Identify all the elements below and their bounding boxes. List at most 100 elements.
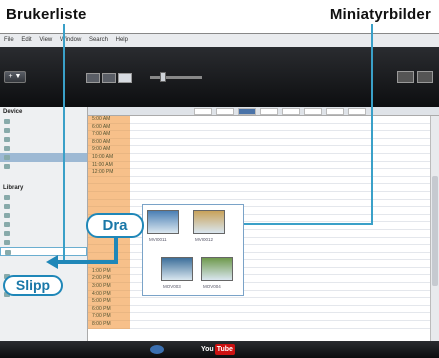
time-slot: 4:00 PM bbox=[88, 290, 130, 299]
thumbnails-pointer-line bbox=[371, 24, 373, 224]
bottom-button[interactable] bbox=[340, 345, 380, 354]
sidebar-item[interactable] bbox=[0, 135, 87, 144]
youtube-button[interactable]: You Tube bbox=[201, 344, 241, 355]
time-slot bbox=[88, 176, 130, 185]
add-button[interactable]: + ▼ bbox=[4, 71, 26, 83]
menu-search[interactable]: Search bbox=[89, 37, 108, 43]
calendar-tab-active[interactable] bbox=[238, 108, 256, 115]
sidebar-item[interactable] bbox=[0, 211, 87, 220]
youtube-tube-text: Tube bbox=[214, 344, 235, 355]
calendar-tab[interactable] bbox=[282, 108, 300, 115]
sidebar-item[interactable] bbox=[0, 220, 87, 229]
thumbnail-caption: MOV003 bbox=[163, 284, 181, 289]
sidebar-item-selected[interactable] bbox=[0, 153, 87, 162]
timeline-row[interactable] bbox=[130, 169, 430, 177]
calendar-tab[interactable] bbox=[194, 108, 212, 115]
vertical-scrollbar[interactable] bbox=[430, 116, 439, 358]
time-slot: 6:00 AM bbox=[88, 123, 130, 132]
list-view-icon[interactable] bbox=[86, 73, 100, 83]
timeline-row[interactable] bbox=[130, 321, 430, 329]
calendar-tab[interactable] bbox=[304, 108, 322, 115]
time-slot: 5:00 AM bbox=[88, 116, 130, 124]
timeline-row[interactable] bbox=[130, 124, 430, 132]
timeline-row[interactable] bbox=[130, 177, 430, 185]
drag-label: Dra bbox=[86, 213, 144, 238]
thumbnail-caption: MVI0011 bbox=[149, 237, 167, 242]
time-slot bbox=[88, 199, 130, 208]
timeline-row[interactable] bbox=[130, 313, 430, 322]
bottom-button[interactable] bbox=[96, 345, 136, 354]
thumbnail-item[interactable] bbox=[147, 210, 179, 234]
time-slot: 12:00 PM bbox=[88, 169, 130, 177]
menu-bar: File Edit View Window Search Help bbox=[0, 34, 439, 47]
menu-view[interactable]: View bbox=[39, 37, 52, 43]
thumbnail-item[interactable] bbox=[161, 257, 193, 281]
sidebar-item[interactable] bbox=[0, 162, 87, 171]
toolbar-right-controls bbox=[397, 71, 433, 83]
globe-icon[interactable] bbox=[150, 345, 164, 354]
grid-view-icon[interactable] bbox=[102, 73, 116, 83]
calendar-tab[interactable] bbox=[216, 108, 234, 115]
timeline-row[interactable] bbox=[130, 162, 430, 170]
thumbnails-pointer-line bbox=[244, 223, 373, 225]
calendar-tab[interactable] bbox=[326, 108, 344, 115]
menu-file[interactable]: File bbox=[4, 37, 14, 43]
menu-help[interactable]: Help bbox=[116, 37, 128, 43]
time-slot: 9:00 AM bbox=[88, 146, 130, 154]
timeline-row[interactable] bbox=[130, 139, 430, 147]
upload-icon[interactable] bbox=[397, 71, 414, 83]
thumbnail-caption: MOV004 bbox=[203, 284, 221, 289]
time-slot: 6:00 PM bbox=[88, 305, 130, 314]
app-screenshot: File Edit View Window Search Help + ▼ De… bbox=[0, 33, 439, 358]
drop-target-user-list[interactable] bbox=[0, 247, 87, 256]
zoom-slider-knob[interactable] bbox=[160, 72, 166, 82]
thumbnail-panel: MVI0011 MVI0012 MOV003 MOV004 bbox=[142, 204, 244, 296]
sidebar-item[interactable] bbox=[0, 126, 87, 135]
drop-label: Slipp bbox=[3, 275, 63, 296]
calendar-tab[interactable] bbox=[348, 108, 366, 115]
library-header: Library bbox=[3, 185, 24, 191]
calendar-view-icon[interactable] bbox=[118, 73, 132, 83]
devices-header: Device bbox=[3, 109, 23, 115]
settings-icon[interactable] bbox=[416, 71, 433, 83]
time-slot bbox=[88, 184, 130, 192]
thumbnail-caption: MVI0012 bbox=[195, 237, 214, 242]
timeline-row[interactable] bbox=[130, 154, 430, 162]
timeline-row[interactable] bbox=[130, 298, 430, 306]
time-slot: 10:00 AM bbox=[88, 153, 130, 162]
toolbar: + ▼ bbox=[0, 47, 439, 107]
calendar-tab[interactable] bbox=[260, 108, 278, 115]
user-list-pointer-line bbox=[63, 24, 65, 260]
sidebar-item[interactable] bbox=[0, 202, 87, 211]
sidebar-item[interactable] bbox=[0, 193, 87, 202]
timeline-row[interactable] bbox=[130, 192, 430, 200]
timeline-row[interactable] bbox=[130, 184, 430, 192]
time-slot: 7:00 AM bbox=[88, 131, 130, 139]
sidebar-item[interactable] bbox=[0, 117, 87, 126]
sidebar-item[interactable] bbox=[0, 229, 87, 238]
sidebar-item[interactable] bbox=[0, 144, 87, 153]
thumbnail-item[interactable] bbox=[193, 210, 225, 234]
instruction-figure: Brukerliste Miniatyrbilder File Edit Vie… bbox=[0, 0, 439, 358]
sidebar-item[interactable] bbox=[0, 238, 87, 247]
time-slot: 3:00 PM bbox=[88, 283, 130, 291]
bottom-button[interactable] bbox=[280, 345, 320, 354]
thumbnail-item[interactable] bbox=[201, 257, 233, 281]
time-slot: 8:00 AM bbox=[88, 138, 130, 147]
time-slot: 8:00 PM bbox=[88, 321, 130, 329]
timeline-row[interactable] bbox=[130, 306, 430, 314]
calendar-tabs bbox=[88, 107, 439, 116]
timeline-row[interactable] bbox=[130, 116, 430, 124]
zoom-slider-track[interactable] bbox=[150, 76, 202, 79]
user-list-title: Brukerliste bbox=[6, 6, 87, 23]
time-slot: 11:00 AM bbox=[88, 161, 130, 170]
scrollbar-thumb[interactable] bbox=[432, 176, 438, 286]
time-slot bbox=[88, 245, 130, 253]
time-slot: 7:00 PM bbox=[88, 313, 130, 322]
thumbnails-title: Miniatyrbilder bbox=[329, 6, 431, 23]
timeline-row[interactable] bbox=[130, 131, 430, 139]
view-mode-buttons bbox=[86, 73, 132, 83]
timeline-row[interactable] bbox=[130, 146, 430, 154]
time-slot bbox=[88, 237, 130, 246]
menu-edit[interactable]: Edit bbox=[21, 37, 31, 43]
